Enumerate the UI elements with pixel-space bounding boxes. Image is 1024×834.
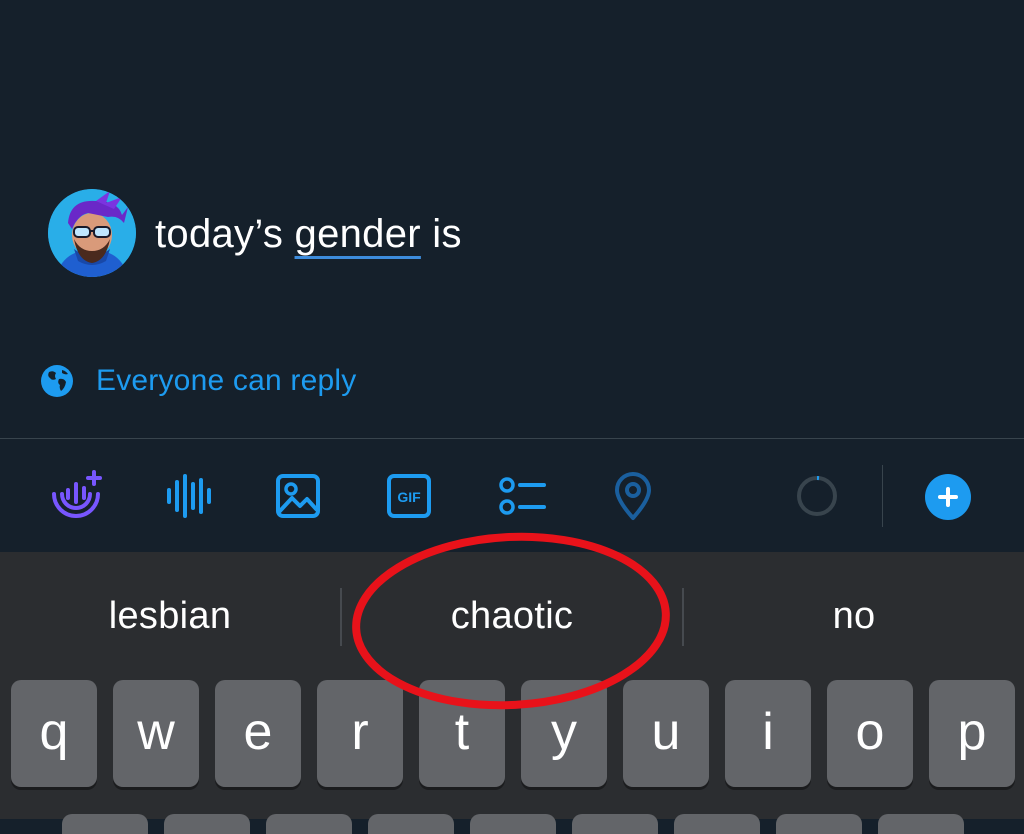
key-row2-partial[interactable] <box>368 814 454 834</box>
tweet-text-after: is <box>420 212 462 256</box>
poll-icon[interactable] <box>494 468 550 524</box>
keyboard: lesbian chaotic no q w e r t y u i o p <box>0 552 1024 834</box>
tweet-text-before: today’s <box>155 212 295 256</box>
voice-waveform-icon[interactable] <box>159 468 215 524</box>
toolbar-separator <box>882 465 883 527</box>
key-row2-partial[interactable] <box>470 814 556 834</box>
plus-icon <box>938 487 958 507</box>
tweet-text-input[interactable]: today’s gender is <box>155 212 462 257</box>
image-icon[interactable] <box>270 468 326 524</box>
key-y[interactable]: y <box>521 680 607 787</box>
key-p[interactable]: p <box>929 680 1015 787</box>
key-q[interactable]: q <box>11 680 97 787</box>
key-u[interactable]: u <box>623 680 709 787</box>
predictive-text-bar: lesbian chaotic no <box>0 552 1024 678</box>
key-e[interactable]: e <box>215 680 301 787</box>
key-row2-partial[interactable] <box>266 814 352 834</box>
spellcheck-underlined-word[interactable]: gender <box>295 212 421 256</box>
user-avatar[interactable] <box>48 189 136 277</box>
avatar-illustration <box>48 189 136 277</box>
key-row2-partial[interactable] <box>878 814 964 834</box>
key-row2-partial[interactable] <box>674 814 760 834</box>
suggestion-3[interactable]: no <box>684 590 1024 642</box>
key-i[interactable]: i <box>725 680 811 787</box>
gif-label: GIF <box>397 489 421 505</box>
location-pin-icon[interactable] <box>605 468 661 524</box>
spaces-plus-icon[interactable] <box>48 468 104 524</box>
suggestion-1[interactable]: lesbian <box>0 590 340 642</box>
add-tweet-button[interactable] <box>925 474 971 520</box>
suggestion-2[interactable]: chaotic <box>342 590 682 642</box>
key-row2-partial[interactable] <box>572 814 658 834</box>
character-count-ring <box>789 468 845 524</box>
globe-icon <box>41 365 73 397</box>
divider <box>0 438 1024 439</box>
gif-icon[interactable]: GIF <box>381 468 437 524</box>
key-w[interactable]: w <box>113 680 199 787</box>
reply-settings-button[interactable]: Everyone can reply <box>40 363 356 399</box>
key-t[interactable]: t <box>419 680 505 787</box>
reply-settings-label: Everyone can reply <box>96 364 357 397</box>
key-row2-partial[interactable] <box>62 814 148 834</box>
key-r[interactable]: r <box>317 680 403 787</box>
key-row2-partial[interactable] <box>776 814 862 834</box>
key-o[interactable]: o <box>827 680 913 787</box>
key-row2-partial[interactable] <box>164 814 250 834</box>
